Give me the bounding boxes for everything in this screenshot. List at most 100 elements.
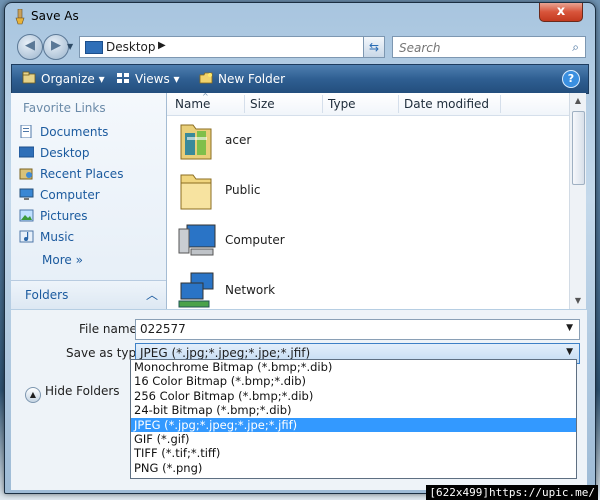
chevron-up-icon: ▲ <box>25 387 41 403</box>
file-type-option[interactable]: TIFF (*.tif;*.tiff) <box>131 446 576 460</box>
column-header-size[interactable]: Size <box>250 97 275 111</box>
folders-label: Folders <box>25 288 69 302</box>
address-location[interactable]: Desktop <box>106 40 156 54</box>
favorite-link-music[interactable]: Music <box>19 230 74 248</box>
organize-label: Organize <box>41 72 95 86</box>
file-type-option[interactable]: 256 Color Bitmap (*.bmp;*.dib) <box>131 389 576 403</box>
watermark-text: [622x499]https://upic.me/ <box>426 485 598 500</box>
new-folder-label: New Folder <box>218 72 286 86</box>
user-folder-icon <box>180 124 212 160</box>
scroll-up-icon[interactable]: ▲ <box>570 93 586 109</box>
file-name: acer <box>225 133 252 147</box>
refresh-button[interactable]: ⇆ <box>363 36 385 58</box>
breadcrumb-chevron-icon[interactable]: ▶ <box>158 40 166 51</box>
file-name-label: File name: <box>79 322 141 336</box>
search-box[interactable]: ⌕ <box>392 36 586 58</box>
file-name-field[interactable]: 022577 ▼ <box>135 319 580 340</box>
search-icon[interactable]: ⌕ <box>572 40 579 55</box>
more-label: More <box>42 253 72 267</box>
search-input[interactable] <box>397 38 561 58</box>
forward-arrow-icon: ▶ <box>51 38 61 53</box>
help-icon[interactable]: ? <box>562 70 580 88</box>
pictures-label: Pictures <box>40 209 88 223</box>
views-menu[interactable]: Views ▾ <box>116 71 180 86</box>
music-label: Music <box>40 230 75 244</box>
organize-icon <box>22 71 36 84</box>
file-type-option[interactable]: PNG (*.png) <box>131 461 576 475</box>
music-icon <box>19 230 34 243</box>
file-name: Network <box>225 283 276 297</box>
hide-folders-button[interactable]: ▲ Hide Folders <box>25 384 120 403</box>
network-icon <box>178 272 214 308</box>
recent-places-icon <box>19 168 33 180</box>
favorite-link-pictures[interactable]: Pictures <box>19 209 88 227</box>
file-item[interactable]: acer <box>173 117 563 165</box>
navigation-pane: Favorite Links Documents Desktop Recent … <box>11 93 167 309</box>
views-label: Views <box>135 72 170 86</box>
desktop-icon <box>85 41 103 54</box>
file-item[interactable]: Network <box>173 267 563 315</box>
views-icon <box>117 73 129 83</box>
vertical-scrollbar[interactable]: ▲ ▼ <box>569 93 586 309</box>
column-header-date-modified[interactable]: Date modified <box>404 97 489 111</box>
folder-icon <box>180 174 212 210</box>
command-toolbar: Organize ▾ Views ▾ New Folder ? <box>11 64 589 94</box>
close-button[interactable]: x <box>539 3 583 22</box>
scroll-down-icon[interactable]: ▼ <box>570 293 586 309</box>
forward-button[interactable]: ▶ <box>43 34 69 60</box>
column-header-type[interactable]: Type <box>328 97 356 111</box>
file-name: Computer <box>225 233 285 247</box>
favorite-link-documents[interactable]: Documents <box>19 125 108 143</box>
file-type-option[interactable]: 16 Color Bitmap (*.bmp;*.dib) <box>131 374 576 388</box>
back-button[interactable]: ◀ <box>17 34 43 60</box>
folders-bar[interactable]: Folders ︿ <box>11 280 166 309</box>
file-item[interactable]: Computer <box>173 217 563 265</box>
save-as-type-value: JPEG (*.jpg;*.jpeg;*.jpe;*.jfif) <box>140 346 311 360</box>
refresh-icon: ⇆ <box>368 40 380 54</box>
recent-places-label: Recent Places <box>40 167 124 181</box>
pictures-icon <box>19 209 34 222</box>
file-item[interactable]: Public <box>173 167 563 215</box>
favorite-link-recent-places[interactable]: Recent Places <box>19 167 123 185</box>
chevron-down-icon[interactable]: ▼ <box>566 323 573 333</box>
favorite-link-desktop[interactable]: Desktop <box>19 146 90 164</box>
organize-menu[interactable]: Organize ▾ <box>22 71 105 86</box>
computer-icon <box>178 224 216 256</box>
desktop-label: Desktop <box>40 146 90 160</box>
new-folder-icon <box>199 72 213 84</box>
column-headers: Name ^ Size Type Date modified <box>167 92 569 116</box>
column-divider[interactable] <box>244 95 245 113</box>
column-divider[interactable] <box>500 95 501 113</box>
address-bar[interactable]: Desktop ▶ ▼ <box>79 36 383 58</box>
file-type-option[interactable]: Monochrome Bitmap (*.bmp;*.dib) <box>131 360 576 374</box>
file-type-option[interactable]: 24-bit Bitmap (*.bmp;*.dib) <box>131 403 576 417</box>
favorite-links-heading: Favorite Links <box>23 101 106 115</box>
file-list: Name ^ Size Type Date modified acer Publ… <box>167 92 569 309</box>
chevron-down-icon[interactable]: ▼ <box>566 347 573 357</box>
documents-icon <box>20 125 32 138</box>
paint-app-icon <box>15 9 25 25</box>
history-dropdown-icon[interactable]: ▼ <box>67 42 73 51</box>
file-type-option[interactable]: GIF (*.gif) <box>131 432 576 446</box>
double-chevron-right-icon: » <box>75 253 83 267</box>
window-title: Save As <box>31 9 79 23</box>
scroll-thumb[interactable] <box>572 111 585 185</box>
sort-ascending-icon: ^ <box>202 92 209 101</box>
column-divider[interactable] <box>398 95 399 113</box>
chevron-up-icon[interactable]: ︿ <box>146 286 158 303</box>
file-name-value[interactable]: 022577 <box>140 322 186 336</box>
file-name: Public <box>225 183 261 197</box>
new-folder-button[interactable]: New Folder <box>199 71 285 86</box>
back-arrow-icon: ◀ <box>25 38 35 53</box>
computer-label: Computer <box>40 188 100 202</box>
favorite-link-computer[interactable]: Computer <box>19 188 100 206</box>
title-bar[interactable]: Save As x <box>5 3 595 31</box>
documents-label: Documents <box>40 125 109 139</box>
column-divider[interactable] <box>322 95 323 113</box>
file-type-dropdown-list: Monochrome Bitmap (*.bmp;*.dib) 16 Color… <box>130 359 577 479</box>
desktop-icon <box>19 146 34 158</box>
computer-icon <box>19 188 34 200</box>
hide-folders-label: Hide Folders <box>45 384 120 398</box>
file-type-option-selected[interactable]: JPEG (*.jpg;*.jpeg;*.jpe;*.jfif) <box>131 417 576 432</box>
more-links-button[interactable]: More » <box>42 253 83 267</box>
